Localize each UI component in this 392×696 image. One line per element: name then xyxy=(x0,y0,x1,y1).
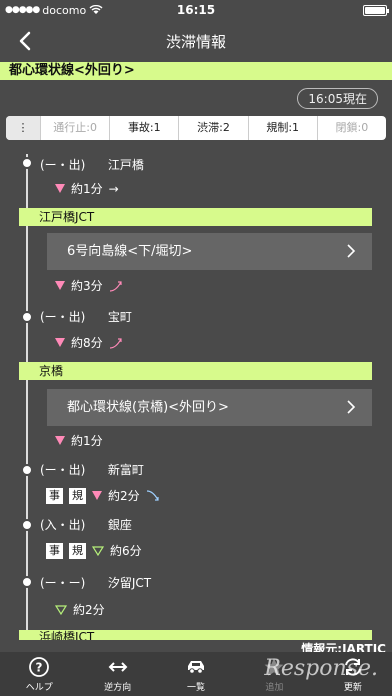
duration-text: 約2分 xyxy=(73,603,105,617)
jct-header-hamazakibashi: 浜崎橋JCT xyxy=(19,630,372,640)
link-label: 6号向島線<下/堀切> xyxy=(67,244,193,259)
exit-row-shintomicho[interactable]: (ー・出) 新富町 xyxy=(40,461,144,478)
duration-row: 約1分 → xyxy=(55,180,119,197)
duration-text: 約6分 xyxy=(110,544,142,558)
duration-row: 事 規 約2分 xyxy=(46,487,160,504)
green-triangle-icon xyxy=(92,545,104,556)
refresh-label: 更新 xyxy=(343,682,362,693)
reverse-button[interactable]: 逆方向 xyxy=(78,652,156,696)
exit-kind: (入・出) xyxy=(40,518,86,532)
exit-name: 宝町 xyxy=(107,310,132,324)
exit-row-shiodome[interactable]: (ー・ー) 汐留JCT xyxy=(40,574,151,591)
tab-closure[interactable]: 通行止:0 xyxy=(40,116,109,140)
duration-row: 約1分 xyxy=(55,432,103,449)
pink-triangle-icon xyxy=(55,184,65,193)
nav-bar: 渋滞情報 xyxy=(0,20,392,62)
exit-kind: (ー・出) xyxy=(40,158,86,172)
accident-badge: 事 xyxy=(46,542,63,559)
regulation-badge: 規 xyxy=(69,542,86,559)
link-row-route6[interactable]: 6号向島線<下/堀切> xyxy=(47,233,372,270)
duration-row: 約2分 xyxy=(55,601,105,618)
pink-triangle-icon xyxy=(55,338,65,347)
trend-flat-icon: → xyxy=(108,181,119,196)
trend-up-icon xyxy=(109,337,122,349)
timeline-node xyxy=(21,157,33,169)
help-button[interactable]: ? ヘルプ xyxy=(0,652,78,696)
exit-kind: (ー・ー) xyxy=(40,576,86,590)
chevron-right-icon xyxy=(347,244,356,258)
green-triangle-icon xyxy=(55,604,67,615)
page-title: 渋滞情報 xyxy=(165,32,226,51)
exit-name: 汐留JCT xyxy=(107,576,152,590)
duration-text: 約1分 xyxy=(71,434,103,448)
duration-text: 約1分 xyxy=(71,182,103,196)
timeline-node xyxy=(21,519,33,531)
exit-kind: (ー・出) xyxy=(40,463,86,477)
duration-row: 事 規 約6分 xyxy=(46,542,142,559)
add-label: 追加 xyxy=(265,682,284,693)
route-header: 都心環状線<外回り> xyxy=(0,62,392,80)
duration-row: 約3分 xyxy=(55,277,123,294)
duration-text: 約8分 xyxy=(71,336,103,350)
exit-name: 銀座 xyxy=(107,518,132,532)
pink-triangle-icon xyxy=(55,281,65,290)
timeline-line xyxy=(26,154,28,634)
regulation-badge: 規 xyxy=(69,487,86,504)
duration-text: 約3分 xyxy=(71,279,103,293)
link-row-kyobashi[interactable]: 都心環状線(京橋)<外回り> xyxy=(47,389,372,426)
status-time: 16:15 xyxy=(176,3,216,17)
jct-header-edobashi: 江戸橋JCT xyxy=(19,208,372,226)
tab-menu[interactable]: ⋮ xyxy=(6,116,40,140)
tab-accident[interactable]: 事故:1 xyxy=(109,116,178,140)
timeline-node xyxy=(21,464,33,476)
pink-triangle-icon xyxy=(92,491,102,500)
exit-name: 江戸橋 xyxy=(107,158,144,172)
car-icon xyxy=(188,660,205,674)
help-icon: ? xyxy=(29,656,50,677)
exit-row-edobashi[interactable]: (ー・出) 江戸橋 xyxy=(40,156,144,173)
tab-regulation[interactable]: 規制:1 xyxy=(247,116,317,140)
help-label: ヘルプ xyxy=(25,682,53,693)
svg-text:?: ? xyxy=(36,660,43,674)
link-label: 都心環状線(京橋)<外回り> xyxy=(67,400,229,415)
watermark-logo: Response. xyxy=(264,656,378,681)
exit-kind: (ー・出) xyxy=(40,310,86,324)
reverse-icon xyxy=(108,661,128,672)
pink-triangle-icon xyxy=(55,436,65,445)
jct-header-kyobashi: 京橋 xyxy=(19,362,372,380)
exit-row-ginza[interactable]: (入・出) 銀座 xyxy=(40,516,132,533)
filter-tabs: ⋮ 通行止:0 事故:1 渋滞:2 規制:1 閉鎖:0 xyxy=(6,116,386,140)
reverse-label: 逆方向 xyxy=(104,682,132,693)
trend-up-icon xyxy=(109,280,122,292)
accident-badge: 事 xyxy=(46,487,63,504)
duration-row: 約8分 xyxy=(55,334,123,351)
exit-row-takaracho[interactable]: (ー・出) 宝町 xyxy=(40,308,132,325)
tab-congestion[interactable]: 渋滞:2 xyxy=(178,116,247,140)
timeline-node xyxy=(21,311,33,323)
timeline-node xyxy=(21,576,33,588)
chevron-right-icon xyxy=(347,400,356,414)
exit-name: 新富町 xyxy=(107,463,144,477)
list-button[interactable]: 一覧 xyxy=(157,652,235,696)
tab-shutdown[interactable]: 閉鎖:0 xyxy=(316,116,386,140)
back-icon[interactable] xyxy=(14,29,38,53)
trend-down-icon xyxy=(146,489,159,501)
battery-icon xyxy=(363,4,389,16)
duration-text: 約2分 xyxy=(108,489,140,503)
status-bar: ●●●●● docomo 16:15 xyxy=(0,0,392,20)
as-of-badge[interactable]: 16:05現在 xyxy=(297,88,378,109)
list-label: 一覧 xyxy=(187,682,206,693)
